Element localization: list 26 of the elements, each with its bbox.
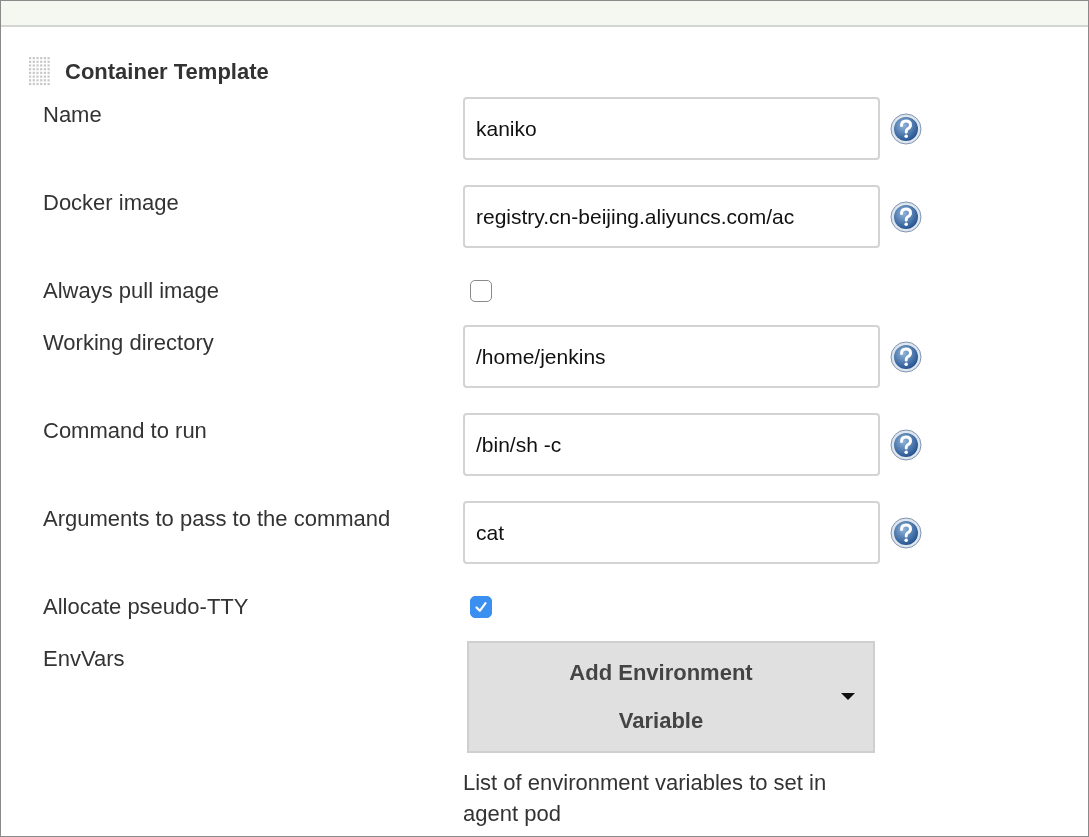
caret-icon [841, 693, 855, 701]
help-icon[interactable] [890, 113, 922, 145]
text-field[interactable]: registry.cn-beijing.aliyuncs.com/ac [463, 185, 880, 248]
field-label: Working directory [43, 329, 215, 357]
checkbox[interactable] [470, 596, 492, 618]
help-icon[interactable] [890, 429, 922, 461]
check-icon [473, 599, 489, 615]
text-field[interactable]: kaniko [463, 97, 880, 160]
section-title: Container Template [65, 59, 269, 85]
field-label: Always pull image [43, 277, 221, 305]
field-label: Command to run [43, 417, 208, 445]
help-icon[interactable] [890, 201, 922, 233]
add-environment-variable-button[interactable]: Add Environment Variable [467, 641, 875, 753]
text-field[interactable]: /home/jenkins [463, 325, 880, 388]
field-label: Allocate pseudo-TTY [43, 593, 250, 621]
text-field[interactable]: cat [463, 501, 880, 564]
field-label: Name [43, 101, 103, 129]
field-description: List of environment variables to set in agent pod [463, 769, 828, 828]
help-icon[interactable] [890, 517, 922, 549]
field-label: EnvVars [43, 645, 126, 673]
field-label: Docker image [43, 189, 180, 217]
field-label: Arguments to pass to the command [43, 505, 392, 533]
checkbox[interactable] [470, 280, 492, 302]
drag-handle-icon[interactable] [29, 57, 51, 87]
help-icon[interactable] [890, 341, 922, 373]
text-field[interactable]: /bin/sh -c [463, 413, 880, 476]
